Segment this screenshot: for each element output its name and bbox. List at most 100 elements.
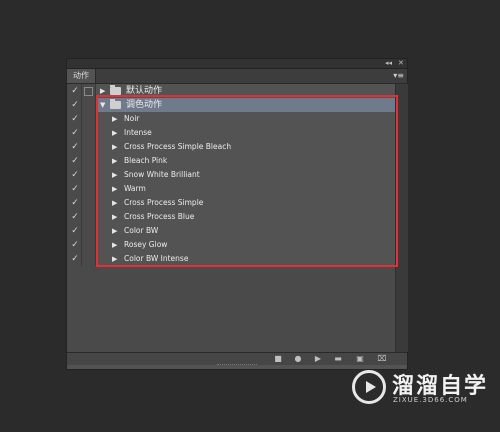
expand-triangle-icon[interactable]: ▶ <box>112 126 117 140</box>
action-item-label: Color BW <box>124 226 159 235</box>
panel-menu-icon[interactable]: ▾≡ <box>393 71 404 81</box>
checkmark-icon[interactable]: ✓ <box>69 154 82 168</box>
checkmark-icon[interactable]: ✓ <box>69 140 82 154</box>
dialog-toggle[interactable] <box>82 126 96 140</box>
action-set-label: 调色动作 <box>126 100 163 110</box>
action-item-content[interactable]: ▶ Rosey Glow <box>96 238 395 253</box>
expand-triangle-icon[interactable]: ▶ <box>112 140 117 154</box>
checkmark-icon[interactable]: ✓ <box>69 252 82 266</box>
action-item-content[interactable]: ▶ Cross Process Simple <box>96 196 395 211</box>
action-item-label: Cross Process Blue <box>124 212 195 221</box>
action-item-content[interactable]: ▶ Color BW <box>96 224 395 239</box>
checkmark-icon[interactable]: ✓ <box>69 196 82 210</box>
action-item-row[interactable]: ✓ ▶ Bleach Pink <box>67 154 395 169</box>
checkmark-icon[interactable]: ✓ <box>69 168 82 182</box>
action-item-row[interactable]: ✓ ▶ Rosey Glow <box>67 238 395 253</box>
action-item-label: Bleach Pink <box>124 156 168 165</box>
new-action-icon[interactable]: ▣ <box>355 354 365 364</box>
action-item-row[interactable]: ✓ ▶ Color BW <box>67 224 395 239</box>
expand-triangle-icon[interactable]: ▶ <box>112 168 117 182</box>
action-item-row[interactable]: ✓ ▶ Intense <box>67 126 395 141</box>
watermark-play-logo-icon <box>352 370 386 404</box>
dialog-toggle[interactable] <box>82 238 96 252</box>
action-item-label: Intense <box>124 128 152 137</box>
expand-triangle-icon[interactable]: ▶ <box>112 154 117 168</box>
delete-icon[interactable]: ⌧ <box>377 354 387 364</box>
close-icon[interactable]: ✕ <box>398 59 404 68</box>
checkmark-icon[interactable]: ✓ <box>69 224 82 238</box>
checkmark-icon[interactable]: ✓ <box>69 182 82 196</box>
action-item-label: Warm <box>124 184 146 193</box>
expand-triangle-icon[interactable]: ▶ <box>112 112 117 126</box>
watermark-subtitle: ZIXUE.3D66.COM <box>393 396 468 404</box>
action-item-row[interactable]: ✓ ▶ Warm <box>67 182 395 197</box>
dialog-toggle[interactable] <box>82 196 96 210</box>
checkmark-icon[interactable]: ✓ <box>69 112 82 126</box>
action-item-content[interactable]: ▶ Cross Process Blue <box>96 210 395 225</box>
expand-triangle-icon[interactable]: ▶ <box>112 196 117 210</box>
expand-triangle-icon[interactable]: ▶ <box>112 238 117 252</box>
open-folder-icon <box>110 99 121 109</box>
new-set-icon[interactable]: ▬ <box>333 354 343 364</box>
expand-triangle-icon[interactable]: ▶ <box>100 84 105 98</box>
action-item-content[interactable]: ▶ Bleach Pink <box>96 154 395 169</box>
dialog-toggle[interactable] <box>82 84 96 98</box>
action-item-row[interactable]: ✓ ▶ Cross Process Simple <box>67 196 395 211</box>
action-set-row[interactable]: ✓ ▼ 调色动作 <box>67 98 395 113</box>
checkmark-icon[interactable]: ✓ <box>69 98 82 112</box>
checkmark-icon[interactable]: ✓ <box>69 84 82 98</box>
checkmark-icon[interactable]: ✓ <box>69 126 82 140</box>
action-item-content[interactable]: ▶ Cross Process Simple Bleach <box>96 140 395 155</box>
expand-triangle-icon[interactable]: ▶ <box>112 210 117 224</box>
resize-handle[interactable] <box>217 364 257 369</box>
dialog-toggle[interactable] <box>82 210 96 224</box>
folder-icon <box>110 85 121 95</box>
action-set-content[interactable]: ▼ 调色动作 <box>96 98 395 113</box>
actions-list: ✓ ▶ 默认动作 ✓ ▼ 调色动作 ✓ ▶ Noir ✓ ▶ Intense ✓… <box>67 84 395 352</box>
action-item-content[interactable]: ▶ Noir <box>96 112 395 127</box>
collapse-icon[interactable]: ◂◂ <box>385 59 392 68</box>
action-item-row[interactable]: ✓ ▶ Color BW Intense <box>67 252 395 267</box>
actions-panel: ◂◂ ✕ 动作 ▾≡ ✓ ▶ 默认动作 ✓ ▼ 调色动作 ✓ ▶ Noir ✓ … <box>66 58 408 370</box>
dialog-toggle[interactable] <box>82 154 96 168</box>
action-item-row[interactable]: ✓ ▶ Noir <box>67 112 395 127</box>
checkmark-icon[interactable]: ✓ <box>69 238 82 252</box>
vertical-scrollbar[interactable] <box>395 84 408 352</box>
dialog-toggle[interactable] <box>82 168 96 182</box>
action-item-label: Rosey Glow <box>124 240 168 249</box>
action-item-content[interactable]: ▶ Snow White Brilliant <box>96 168 395 183</box>
tab-actions[interactable]: 动作 <box>67 69 96 83</box>
action-item-row[interactable]: ✓ ▶ Cross Process Simple Bleach <box>67 140 395 155</box>
dialog-toggle[interactable] <box>82 112 96 126</box>
action-item-label: Cross Process Simple Bleach <box>124 142 232 151</box>
dialog-icon <box>84 87 93 96</box>
panel-title-bar: ◂◂ ✕ <box>67 59 407 69</box>
dialog-toggle[interactable] <box>82 98 96 112</box>
expand-triangle-icon[interactable]: ▶ <box>112 252 117 266</box>
expand-triangle-icon[interactable]: ▶ <box>112 224 117 238</box>
dialog-toggle[interactable] <box>82 252 96 266</box>
panel-tab-row: 动作 ▾≡ <box>67 69 407 84</box>
dialog-toggle[interactable] <box>82 182 96 196</box>
record-icon[interactable]: ● <box>293 354 303 364</box>
play-icon[interactable]: ▶ <box>313 354 323 364</box>
action-item-row[interactable]: ✓ ▶ Snow White Brilliant <box>67 168 395 183</box>
action-item-content[interactable]: ▶ Warm <box>96 182 395 197</box>
collapse-triangle-icon[interactable]: ▼ <box>100 98 105 112</box>
watermark: 溜溜自学 ZIXUE.3D66.COM <box>352 364 486 416</box>
action-item-label: Cross Process Simple <box>124 198 204 207</box>
dialog-toggle[interactable] <box>82 224 96 238</box>
action-item-label: Snow White Brilliant <box>124 170 200 179</box>
checkmark-icon[interactable]: ✓ <box>69 210 82 224</box>
action-item-label: Color BW Intense <box>124 254 189 263</box>
action-set-content[interactable]: ▶ 默认动作 <box>96 84 395 99</box>
stop-icon[interactable]: ■ <box>273 354 283 364</box>
action-item-content[interactable]: ▶ Color BW Intense <box>96 252 395 267</box>
dialog-toggle[interactable] <box>82 140 96 154</box>
action-item-label: Noir <box>124 114 140 123</box>
expand-triangle-icon[interactable]: ▶ <box>112 182 117 196</box>
action-item-row[interactable]: ✓ ▶ Cross Process Blue <box>67 210 395 225</box>
action-set-label: 默认动作 <box>126 86 163 96</box>
action-item-content[interactable]: ▶ Intense <box>96 126 395 141</box>
action-set-row[interactable]: ✓ ▶ 默认动作 <box>67 84 395 99</box>
